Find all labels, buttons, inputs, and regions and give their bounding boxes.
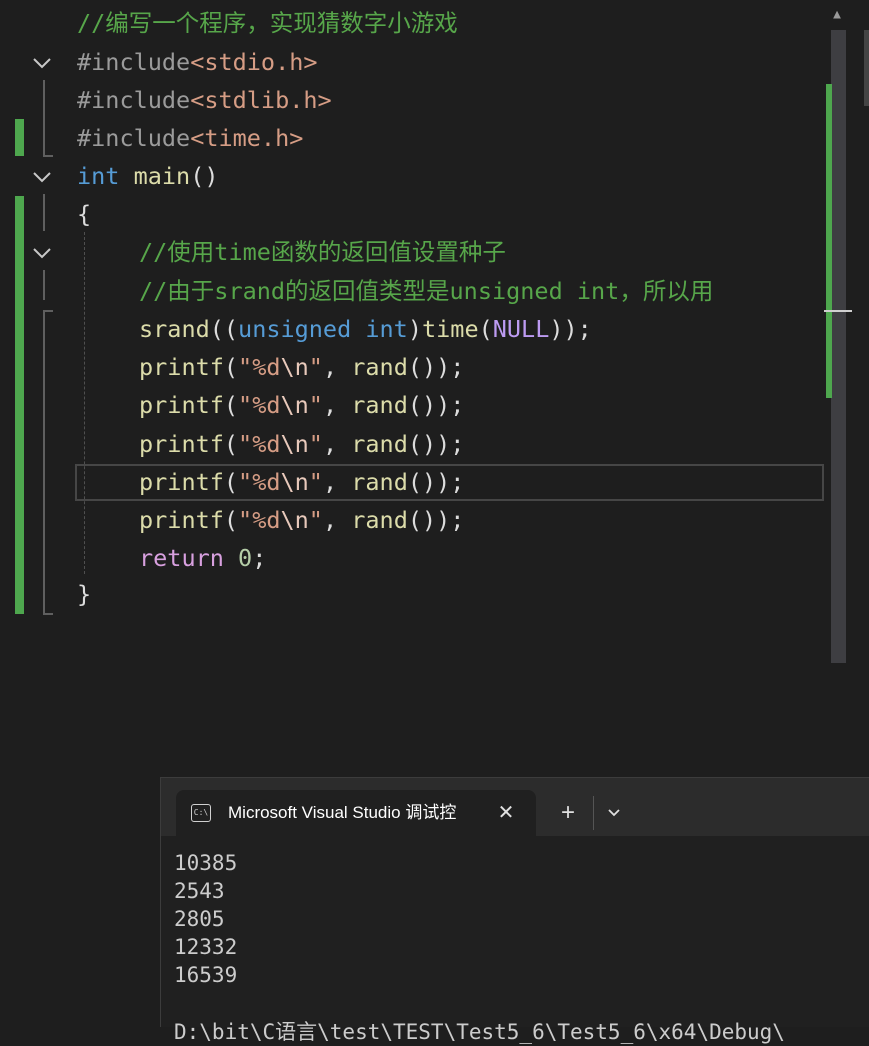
- code-line-comment: //由于srand的返回值类型是unsigned int，所以用: [139, 277, 714, 305]
- code-line-main-declaration: int main(): [77, 162, 219, 190]
- change-indicator-bar: [15, 196, 24, 614]
- code-line-comment: //使用time函数的返回值设置种子: [139, 238, 506, 266]
- console-output: 10385 2543 2805 12332 16539: [174, 849, 237, 989]
- chevron-down-icon[interactable]: [601, 800, 627, 826]
- code-line-brace: }: [77, 580, 92, 608]
- code-line-include: #include<stdlib.h>: [77, 86, 332, 114]
- code-line-printf: printf("%d\n", rand());: [139, 391, 465, 419]
- output-line: 12332: [174, 935, 238, 959]
- fold-region-line: [43, 270, 45, 300]
- scrollbar-caret-marker: [824, 310, 852, 312]
- code-line-brace: {: [77, 200, 92, 228]
- scrollbar-change-marker: [826, 84, 832, 398]
- code-line-printf-current: printf("%d\n", rand());: [139, 468, 465, 496]
- console-path-line: D:\bit\C语言\test\TEST\Test5_6\Test5_6\x64…: [174, 1020, 785, 1044]
- fold-collapse-icon[interactable]: [32, 247, 52, 259]
- debug-console-window[interactable]: C:\ Microsoft Visual Studio 调试控 ✕ + 1038…: [160, 777, 869, 1044]
- new-tab-button[interactable]: +: [553, 798, 583, 828]
- fold-region-line: [43, 194, 45, 231]
- code-line-include: #include<time.h>: [77, 124, 304, 152]
- output-line: 2805: [174, 907, 225, 931]
- scroll-up-arrow-icon[interactable]: ▲: [828, 7, 846, 23]
- output-line: 2543: [174, 879, 225, 903]
- terminal-tab-title: Microsoft Visual Studio 调试控: [228, 803, 457, 822]
- fold-region-end: [43, 155, 53, 157]
- fold-collapse-icon[interactable]: [32, 171, 52, 183]
- output-line: 10385: [174, 851, 238, 875]
- scrollbar-thumb[interactable]: [831, 30, 846, 663]
- code-line-comment: //编写一个程序，实现猜数字小游戏: [77, 9, 458, 37]
- close-tab-icon[interactable]: ✕: [494, 801, 518, 825]
- code-line-printf: printf("%d\n", rand());: [139, 353, 465, 381]
- scrollbar-edge: [864, 30, 869, 106]
- fold-region-end: [43, 613, 53, 615]
- tab-separator: [593, 796, 594, 830]
- code-line-printf: printf("%d\n", rand());: [139, 506, 465, 534]
- code-line-include: #include<stdio.h>: [77, 48, 318, 76]
- terminal-tab[interactable]: C:\ Microsoft Visual Studio 调试控 ✕: [176, 790, 536, 836]
- output-line: 16539: [174, 963, 238, 987]
- fold-region-line: [43, 310, 45, 615]
- fold-collapse-icon[interactable]: [32, 57, 52, 69]
- code-line-srand: srand((unsigned int)time(NULL));: [139, 315, 592, 343]
- code-line-return: return 0;: [139, 544, 267, 572]
- console-icon: C:\: [191, 804, 211, 822]
- change-indicator-bar: [15, 119, 24, 156]
- fold-region-line: [43, 80, 45, 157]
- code-line-printf: printf("%d\n", rand());: [139, 430, 465, 458]
